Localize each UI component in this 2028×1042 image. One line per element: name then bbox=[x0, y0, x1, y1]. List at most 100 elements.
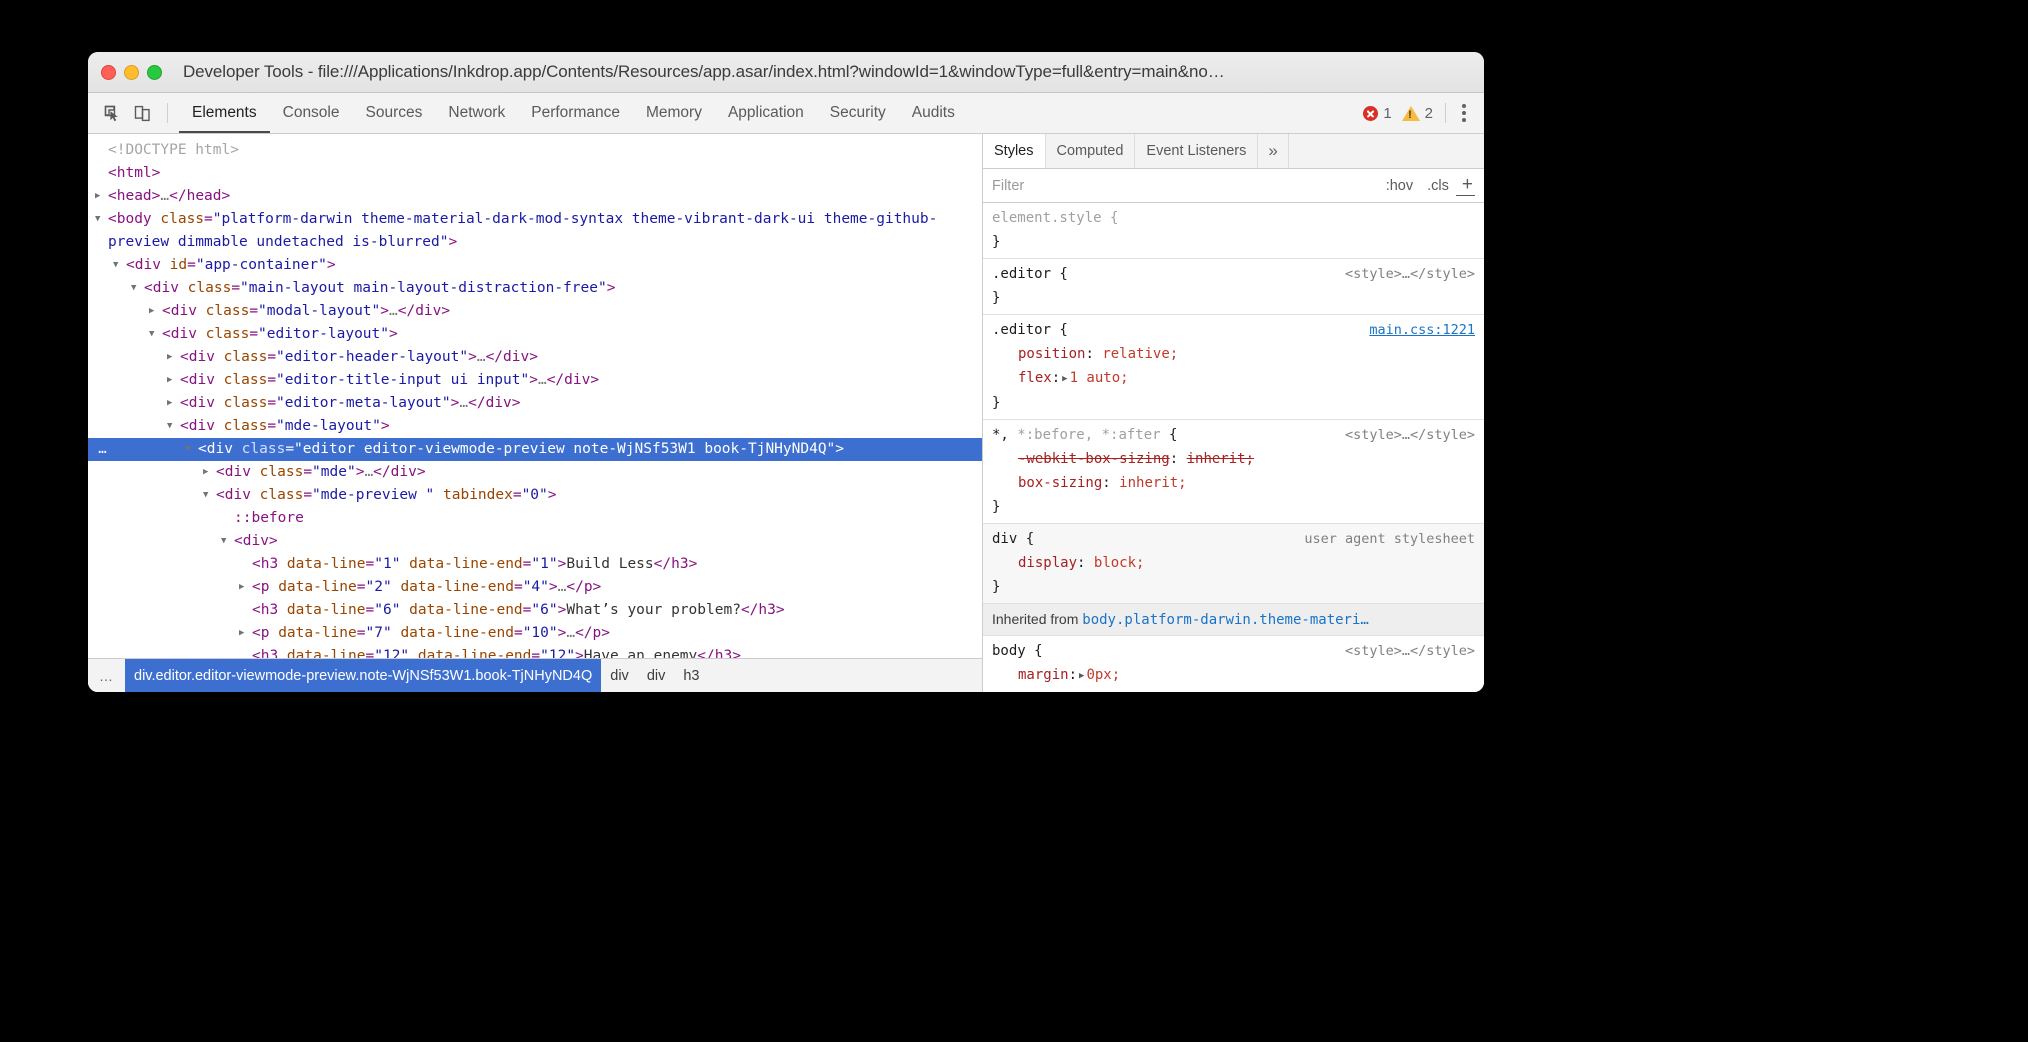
maximize-window-button[interactable] bbox=[147, 65, 162, 80]
minimize-window-button[interactable] bbox=[124, 65, 139, 80]
tab-computed[interactable]: Computed bbox=[1046, 134, 1136, 168]
css-declaration[interactable]: flex:▶1 auto; bbox=[992, 366, 1475, 391]
css-property-name[interactable]: flex bbox=[1018, 370, 1052, 386]
css-property-value[interactable]: 0px; bbox=[1086, 667, 1120, 683]
error-badge[interactable]: 1 bbox=[1363, 105, 1391, 122]
expand-arrow-open-icon[interactable]: ▼ bbox=[185, 438, 196, 461]
tab-memory[interactable]: Memory bbox=[633, 93, 715, 133]
dom-node[interactable]: ▶<p data-line="7" data-line-end="10">…</… bbox=[88, 622, 982, 645]
expand-arrow-open-icon[interactable]: ▼ bbox=[95, 208, 106, 231]
dom-node[interactable]: ▼<div class="mde-layout"> bbox=[88, 415, 982, 438]
dom-node-selected[interactable]: ▼<div class="editor editor-viewmode-prev… bbox=[88, 438, 982, 461]
close-window-button[interactable] bbox=[101, 65, 116, 80]
dom-node[interactable]: ▼<div class="editor-layout"> bbox=[88, 323, 982, 346]
tab-audits[interactable]: Audits bbox=[899, 93, 968, 133]
expand-arrow-closed-icon[interactable]: ▶ bbox=[95, 185, 106, 208]
css-property-name[interactable]: margin bbox=[1018, 667, 1069, 683]
selected-node-gutter-icon[interactable]: … bbox=[88, 438, 118, 461]
dom-node[interactable]: ▼<div> bbox=[88, 530, 982, 553]
cls-toggle-button[interactable]: .cls bbox=[1420, 178, 1456, 194]
breadcrumb-item-h3[interactable]: h3 bbox=[674, 659, 708, 692]
breadcrumb-overflow-icon[interactable]: … bbox=[88, 668, 125, 684]
dom-node[interactable]: ▶<p data-line="2" data-line-end="4">…</p… bbox=[88, 576, 982, 599]
style-rule[interactable]: element.style {} bbox=[983, 203, 1484, 259]
dom-node[interactable]: <html> bbox=[88, 162, 982, 185]
css-property-name[interactable]: position bbox=[1018, 346, 1085, 362]
kebab-menu-icon[interactable] bbox=[1456, 100, 1472, 126]
expand-shorthand-icon[interactable]: ▶ bbox=[1085, 689, 1094, 692]
css-property-value[interactable]: relative; bbox=[1102, 346, 1178, 362]
expand-arrow-closed-icon[interactable]: ▶ bbox=[167, 392, 178, 415]
style-rule[interactable]: .editor {<style>…</style>} bbox=[983, 259, 1484, 315]
dom-tree[interactable]: <!DOCTYPE html><html>▶<head>…</head>▼<bo… bbox=[88, 134, 982, 658]
style-rule[interactable]: *, *:before, *:after {<style>…</style>-w… bbox=[983, 420, 1484, 524]
css-declaration[interactable]: margin:▶0px; bbox=[992, 663, 1475, 688]
expand-arrow-open-icon[interactable]: ▼ bbox=[167, 415, 178, 438]
css-property-value[interactable]: inherit; bbox=[1187, 451, 1254, 467]
dom-node[interactable]: ▶<div class="mde">…</div> bbox=[88, 461, 982, 484]
expand-arrow-open-icon[interactable]: ▼ bbox=[149, 323, 160, 346]
dom-node[interactable]: ▼<body class="platform-darwin theme-mate… bbox=[88, 208, 982, 254]
dom-node[interactable]: ▶<head>…</head> bbox=[88, 185, 982, 208]
inherited-from-target[interactable]: body.platform-darwin.theme-materi… bbox=[1082, 612, 1369, 628]
dom-node[interactable]: <h3 data-line="1" data-line-end="1">Buil… bbox=[88, 553, 982, 576]
dom-node[interactable]: ▼<div class="main-layout main-layout-dis… bbox=[88, 277, 982, 300]
css-declaration[interactable]: -webkit-box-sizing: inherit; bbox=[992, 447, 1475, 471]
css-property-value[interactable]: block; bbox=[1094, 555, 1145, 571]
css-declaration[interactable]: display: block; bbox=[992, 551, 1475, 575]
dom-node[interactable]: <h3 data-line="6" data-line-end="6">What… bbox=[88, 599, 982, 622]
expand-arrow-closed-icon[interactable]: ▶ bbox=[239, 576, 250, 599]
inspect-element-icon[interactable] bbox=[98, 99, 126, 127]
css-property-name[interactable]: display bbox=[1018, 555, 1077, 571]
dom-node[interactable]: ▶<div class="editor-title-input ui input… bbox=[88, 369, 982, 392]
tab-network[interactable]: Network bbox=[435, 93, 518, 133]
dom-node[interactable]: ▼<div class="mde-preview " tabindex="0"> bbox=[88, 484, 982, 507]
expand-arrow-closed-icon[interactable]: ▶ bbox=[167, 346, 178, 369]
expand-arrow-open-icon[interactable]: ▼ bbox=[113, 254, 124, 277]
dom-node[interactable]: <h3 data-line="12" data-line-end="12">Ha… bbox=[88, 645, 982, 658]
css-property-name[interactable]: box-sizing bbox=[1018, 475, 1102, 491]
expand-arrow-closed-icon[interactable]: ▶ bbox=[239, 622, 250, 645]
style-rule[interactable]: div {user agent stylesheetdisplay: block… bbox=[983, 524, 1484, 604]
dom-node[interactable]: <!DOCTYPE html> bbox=[88, 139, 982, 162]
new-style-rule-button[interactable]: + bbox=[1456, 175, 1475, 196]
breadcrumb-item-selected[interactable]: div.editor.editor-viewmode-preview.note-… bbox=[125, 659, 601, 692]
tab-event-listeners[interactable]: Event Listeners bbox=[1135, 134, 1258, 168]
dom-node[interactable]: ::before bbox=[88, 507, 982, 530]
warning-badge[interactable]: 2 bbox=[1402, 105, 1433, 122]
tab-console[interactable]: Console bbox=[270, 93, 353, 133]
rule-selector[interactable]: element.style { bbox=[992, 206, 1475, 230]
device-toolbar-icon[interactable] bbox=[128, 99, 156, 127]
hov-toggle-button[interactable]: :hov bbox=[1379, 178, 1420, 194]
css-declaration[interactable]: box-sizing: inherit; bbox=[992, 471, 1475, 495]
expand-arrow-open-icon[interactable]: ▼ bbox=[221, 530, 232, 553]
expand-shorthand-icon[interactable]: ▶ bbox=[1060, 367, 1069, 391]
tab-security[interactable]: Security bbox=[817, 93, 899, 133]
filter-input[interactable]: Filter bbox=[992, 178, 1379, 194]
rule-source-link[interactable]: main.css:1221 bbox=[1369, 318, 1475, 342]
css-declaration[interactable]: position: relative; bbox=[992, 342, 1475, 366]
more-tabs-icon[interactable]: » bbox=[1258, 134, 1288, 168]
css-property-value[interactable]: inherit; bbox=[1119, 475, 1186, 491]
tab-application[interactable]: Application bbox=[715, 93, 817, 133]
css-declaration[interactable]: padding:▶0px; bbox=[992, 688, 1475, 692]
dom-node[interactable]: ▶<div class="modal-layout">…</div> bbox=[88, 300, 982, 323]
style-rule[interactable]: body {<style>…</style>margin:▶0px;paddin… bbox=[983, 636, 1484, 692]
stylesheet-link[interactable]: main.css:1221 bbox=[1369, 322, 1475, 338]
tab-sources[interactable]: Sources bbox=[353, 93, 436, 133]
expand-arrow-closed-icon[interactable]: ▶ bbox=[203, 461, 214, 484]
dom-node[interactable]: ▶<div class="editor-meta-layout">…</div> bbox=[88, 392, 982, 415]
expand-arrow-closed-icon[interactable]: ▶ bbox=[167, 369, 178, 392]
styles-rules-list[interactable]: element.style {}.editor {<style>…</style… bbox=[983, 203, 1484, 692]
expand-arrow-open-icon[interactable]: ▼ bbox=[203, 484, 214, 507]
style-rule[interactable]: .editor {main.css:1221position: relative… bbox=[983, 315, 1484, 420]
expand-arrow-closed-icon[interactable]: ▶ bbox=[149, 300, 160, 323]
expand-arrow-open-icon[interactable]: ▼ bbox=[131, 277, 142, 300]
dom-node[interactable]: ▼<div id="app-container"> bbox=[88, 254, 982, 277]
dom-node[interactable]: ▶<div class="editor-header-layout">…</di… bbox=[88, 346, 982, 369]
css-property-value[interactable]: 1 auto; bbox=[1070, 370, 1129, 386]
breadcrumb-item-div-2[interactable]: div bbox=[638, 659, 675, 692]
tab-elements[interactable]: Elements bbox=[179, 93, 270, 133]
css-property-name[interactable]: -webkit-box-sizing bbox=[1018, 451, 1170, 467]
tab-styles[interactable]: Styles bbox=[983, 134, 1046, 168]
